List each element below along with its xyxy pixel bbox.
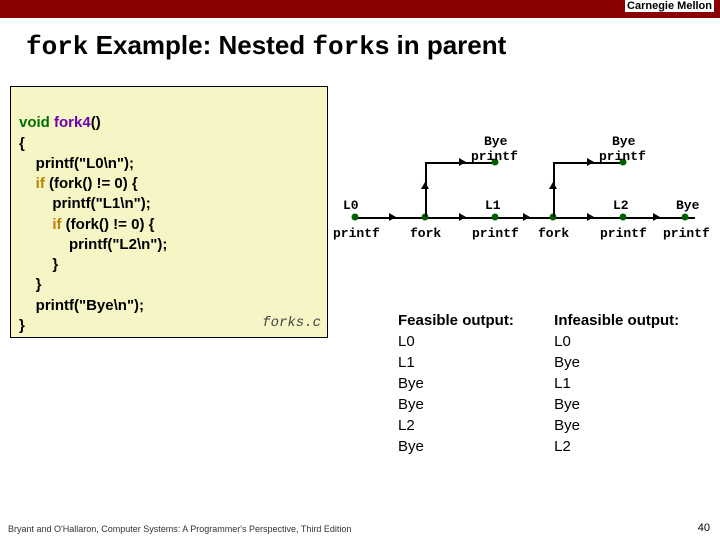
lbl-printf: printf — [472, 226, 519, 241]
lbl-printf: printf — [663, 226, 710, 241]
infeasible-header: Infeasible output: — [554, 310, 679, 331]
title-text-1: Example: Nested — [88, 30, 312, 60]
graph-branch-line — [425, 162, 427, 217]
infeasible-col: Infeasible output: L0 Bye L1 Bye Bye L2 — [554, 310, 679, 457]
arrow-right-icon — [459, 213, 466, 221]
code-l7: printf("L2\n"); — [19, 236, 167, 253]
file-label: forks.c — [262, 314, 321, 333]
outputs: Feasible output: L0 L1 Bye Bye L2 Bye In… — [398, 310, 679, 457]
fn-name: fork4 — [50, 114, 91, 131]
feasible-item: Bye — [398, 373, 550, 394]
code-l10: printf("Bye\n"); — [19, 297, 144, 314]
institution-label: Carnegie Mellon — [625, 0, 714, 12]
lbl-printf: printf — [333, 226, 380, 241]
kw-void: void — [19, 114, 50, 131]
arrow-right-icon — [587, 158, 594, 166]
arrow-right-icon — [653, 213, 660, 221]
feasible-col: Feasible output: L0 L1 Bye Bye L2 Bye — [398, 310, 550, 457]
title-code-1: fork — [26, 32, 88, 62]
process-graph: L0 printf fork L1 printf fork L2 printf … — [335, 132, 713, 252]
slide-title: fork Example: Nested forks in parent — [26, 30, 720, 62]
code-l4c: (fork() != 0) { — [45, 175, 138, 192]
feasible-item: L2 — [398, 415, 550, 436]
code-l5: printf("L1\n"); — [19, 195, 151, 212]
lbl-printf: printf — [471, 149, 518, 164]
title-text-2: s in parent — [375, 30, 506, 60]
lbl-Bye: Bye — [612, 134, 635, 149]
feasible-item: L0 — [398, 331, 550, 352]
graph-branch-line — [553, 162, 555, 217]
code-box: void fork4() { printf("L0\n"); if (fork(… — [10, 86, 328, 338]
lbl-L1: L1 — [485, 198, 501, 213]
lbl-Bye: Bye — [676, 198, 699, 213]
arrow-up-icon — [421, 182, 429, 189]
lbl-Bye: Bye — [484, 134, 507, 149]
arrow-up-icon — [549, 182, 557, 189]
infeasible-item: L1 — [554, 373, 679, 394]
feasible-item: L1 — [398, 352, 550, 373]
infeasible-item: L0 — [554, 331, 679, 352]
infeasible-item: Bye — [554, 394, 679, 415]
infeasible-item: Bye — [554, 415, 679, 436]
code-l6a — [19, 216, 52, 233]
feasible-item: Bye — [398, 436, 550, 457]
code-l6c: (fork() != 0) { — [62, 216, 155, 233]
lbl-printf: printf — [599, 149, 646, 164]
graph-node — [352, 214, 359, 221]
page-number: 40 — [698, 522, 710, 534]
lbl-L0: L0 — [343, 198, 359, 213]
arrow-right-icon — [389, 213, 396, 221]
arrow-right-icon — [523, 213, 530, 221]
header-bar — [0, 0, 720, 18]
lbl-L2: L2 — [613, 198, 629, 213]
arrow-right-icon — [459, 158, 466, 166]
feasible-item: Bye — [398, 394, 550, 415]
infeasible-item: Bye — [554, 352, 679, 373]
kw-if-1: if — [36, 175, 45, 192]
lbl-printf: printf — [600, 226, 647, 241]
arrow-right-icon — [587, 213, 594, 221]
code-l1c: () — [91, 114, 101, 131]
footer-credit: Bryant and O'Hallaron, Computer Systems:… — [8, 524, 351, 534]
code-l11: } — [19, 317, 25, 334]
kw-if-2: if — [52, 216, 61, 233]
graph-node — [492, 214, 499, 221]
feasible-header: Feasible output: — [398, 310, 550, 331]
code-l9: } — [19, 276, 42, 293]
graph-node — [682, 214, 689, 221]
code-l4a — [19, 175, 36, 192]
infeasible-item: L2 — [554, 436, 679, 457]
lbl-fork: fork — [538, 226, 569, 241]
code-l3: printf("L0\n"); — [19, 155, 134, 172]
code-l8: } — [19, 256, 58, 273]
graph-node — [620, 214, 627, 221]
code-l2: { — [19, 135, 25, 152]
title-code-2: fork — [312, 32, 374, 62]
lbl-fork: fork — [410, 226, 441, 241]
